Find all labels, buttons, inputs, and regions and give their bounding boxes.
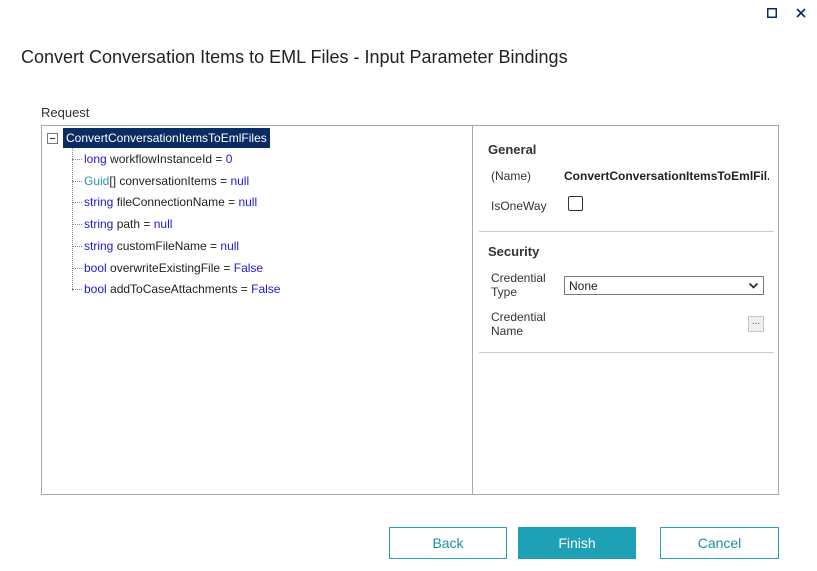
param-equals: =	[224, 195, 239, 209]
isoneway-checkbox[interactable]	[568, 196, 583, 211]
param-name: path	[116, 217, 141, 231]
credential-type-label: Credential Type	[491, 271, 546, 299]
param-type: string	[84, 195, 114, 209]
cancel-button[interactable]: Cancel	[660, 527, 779, 559]
param-equals: =	[212, 152, 226, 166]
param-type: Guid	[84, 174, 110, 188]
param-type: string	[84, 239, 114, 253]
security-heading: Security	[488, 244, 540, 259]
param-type: bool	[84, 282, 107, 296]
divider	[479, 231, 774, 232]
dialog-title: Convert Conversation Items to EML Files …	[21, 47, 568, 67]
param-name: conversationItems	[119, 174, 217, 188]
param-value: False	[233, 261, 264, 275]
credential-type-value: None	[569, 278, 598, 293]
param-value: False	[251, 282, 281, 296]
param-value: 0	[225, 152, 233, 166]
param-equals: =	[216, 174, 231, 188]
tree-item-path[interactable]: string path = null	[72, 214, 172, 234]
param-value: null	[220, 239, 240, 253]
finish-button[interactable]: Finish	[518, 527, 636, 559]
tree-root-label[interactable]: ConvertConversationItemsToEmlFiles	[63, 128, 270, 148]
tree-item-addtocaseattachments[interactable]: bool addToCaseAttachments = False	[72, 279, 280, 299]
close-icon	[796, 8, 806, 18]
tree-item-overwriteexistingfile[interactable]: bool overwriteExistingFile = False	[72, 258, 263, 278]
collapse-icon[interactable]	[47, 132, 58, 144]
properties-pane: General (Name) ConvertConversationItemsT…	[474, 126, 778, 494]
tree-root-node[interactable]: ConvertConversationItemsToEmlFiles	[47, 128, 270, 148]
param-type: string	[84, 217, 114, 231]
param-name: fileConnectionName	[116, 195, 225, 209]
param-type-suffix: []	[109, 174, 117, 188]
name-label: (Name)	[491, 169, 532, 183]
general-heading: General	[488, 142, 537, 157]
close-button[interactable]	[792, 4, 810, 22]
param-name: addToCaseAttachments	[110, 282, 238, 296]
divider	[479, 352, 774, 353]
maximize-icon	[767, 8, 777, 18]
tree-item-workflowinstanceid[interactable]: long workflowInstanceId = 0	[72, 149, 232, 169]
param-equals: =	[237, 282, 252, 296]
param-name: overwriteExistingFile	[110, 261, 221, 275]
param-value: null	[238, 195, 258, 209]
param-type: bool	[84, 261, 107, 275]
chevron-down-icon	[748, 282, 759, 289]
param-equals: =	[220, 261, 234, 275]
bindings-panel: ConvertConversationItemsToEmlFiles long …	[41, 125, 779, 495]
tree-item-customfilename[interactable]: string customFileName = null	[72, 236, 239, 256]
tree-item-fileconnectionname[interactable]: string fileConnectionName = null	[72, 192, 257, 212]
credential-name-browse-button[interactable]: ...	[748, 316, 764, 332]
credential-name-label: Credential Name	[491, 310, 546, 338]
param-value: null	[230, 174, 250, 188]
param-equals: =	[140, 217, 154, 231]
param-value: null	[153, 217, 173, 231]
param-name: customFileName	[116, 239, 207, 253]
request-section-label: Request	[41, 105, 90, 120]
param-name: workflowInstanceId	[110, 152, 213, 166]
param-type: long	[84, 152, 107, 166]
param-equals: =	[206, 239, 221, 253]
maximize-button[interactable]	[763, 4, 781, 22]
back-button[interactable]: Back	[389, 527, 507, 559]
credential-type-select[interactable]: None	[564, 276, 764, 295]
request-tree: ConvertConversationItemsToEmlFiles long …	[42, 126, 473, 494]
tree-item-conversationitems[interactable]: Guid[] conversationItems = null	[72, 171, 249, 191]
name-value: ConvertConversationItemsToEmlFil...	[564, 169, 769, 183]
isoneway-label: IsOneWay	[491, 199, 547, 213]
